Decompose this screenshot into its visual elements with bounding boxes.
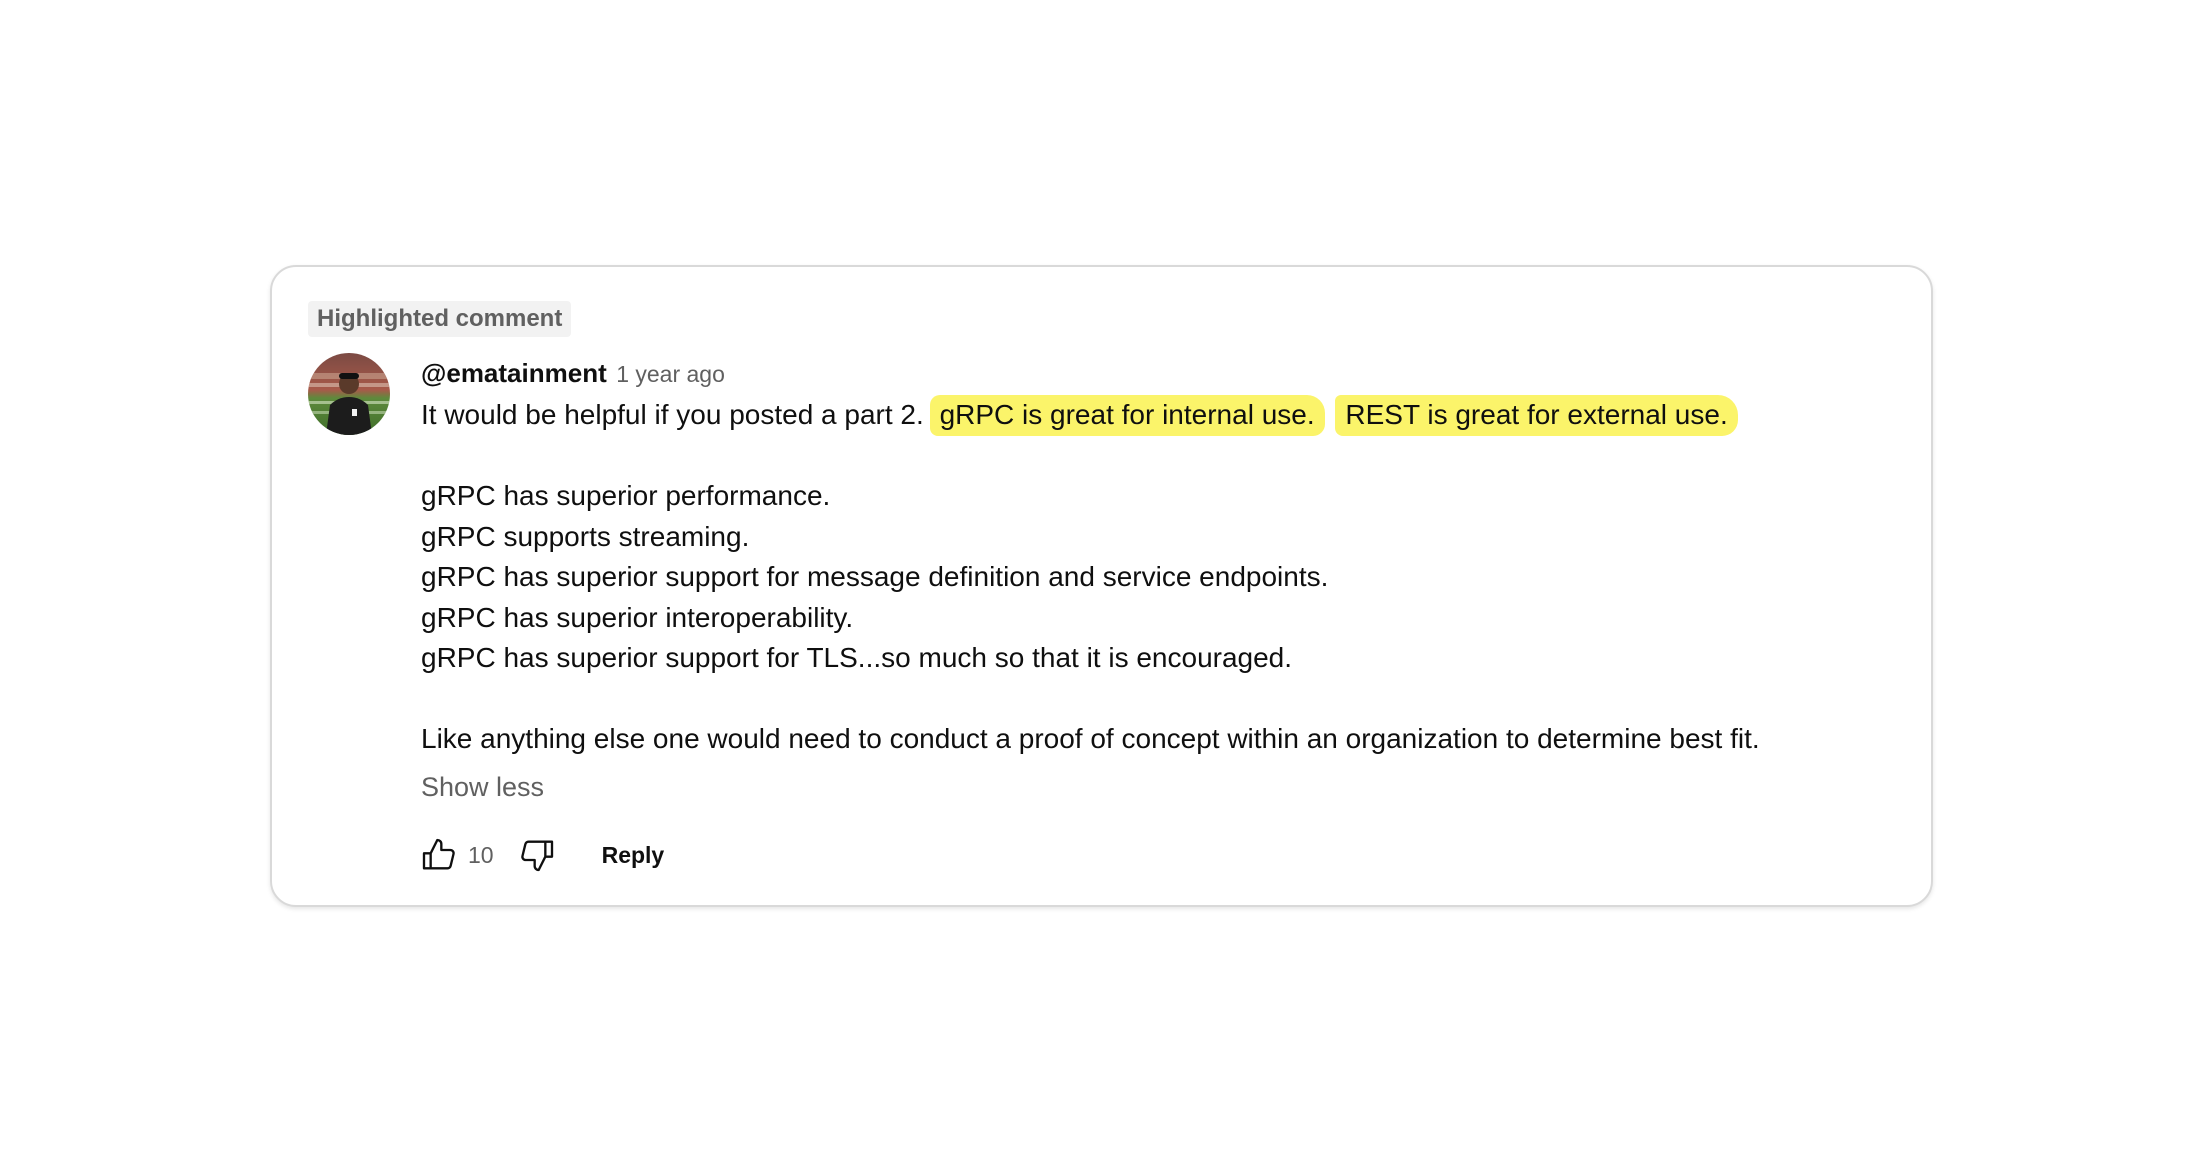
avatar[interactable] bbox=[308, 353, 390, 435]
highlighted-comment-badge: Highlighted comment bbox=[308, 301, 572, 337]
comment-time[interactable]: 1 year ago bbox=[616, 361, 725, 387]
comment-closing: Like anything else one would need to con… bbox=[421, 723, 1760, 754]
avatar-image bbox=[308, 353, 390, 435]
comment-line-intro: It would be helpful if you posted a part… bbox=[421, 395, 1901, 436]
comment-point: gRPC supports streaming. bbox=[421, 520, 750, 552]
highlighted-text-grpc: gRPC is great for internal use. bbox=[929, 395, 1325, 436]
comment-point: gRPC has superior support for message de… bbox=[421, 561, 1329, 592]
comment-point: gRPC has superior performance. bbox=[421, 480, 831, 511]
thumbs-up-icon bbox=[422, 838, 455, 870]
comment-header: @ematainment 1 year ago bbox=[421, 355, 725, 396]
like-button[interactable] bbox=[414, 830, 464, 880]
comment-card: Highlighted comment @ematainment 1 year … bbox=[270, 265, 1933, 907]
intro-text: It would be helpful if you posted a part… bbox=[421, 399, 924, 430]
dislike-button[interactable] bbox=[512, 830, 562, 880]
highlighted-text-rest: REST is great for external use. bbox=[1335, 395, 1738, 436]
comment-text: It would be helpful if you posted a part… bbox=[421, 395, 1901, 760]
reply-button[interactable]: Reply bbox=[602, 842, 665, 869]
comment-point: gRPC has superior interoperability. bbox=[421, 601, 854, 633]
comment-actions: 10 Reply bbox=[414, 830, 664, 880]
thumbs-down-icon bbox=[520, 840, 553, 872]
like-count: 10 bbox=[468, 841, 494, 868]
comment-point: gRPC has superior support for TLS...so m… bbox=[421, 642, 1293, 673]
show-less-button[interactable]: Show less bbox=[421, 769, 544, 805]
author-name[interactable]: @ematainment bbox=[421, 358, 607, 388]
